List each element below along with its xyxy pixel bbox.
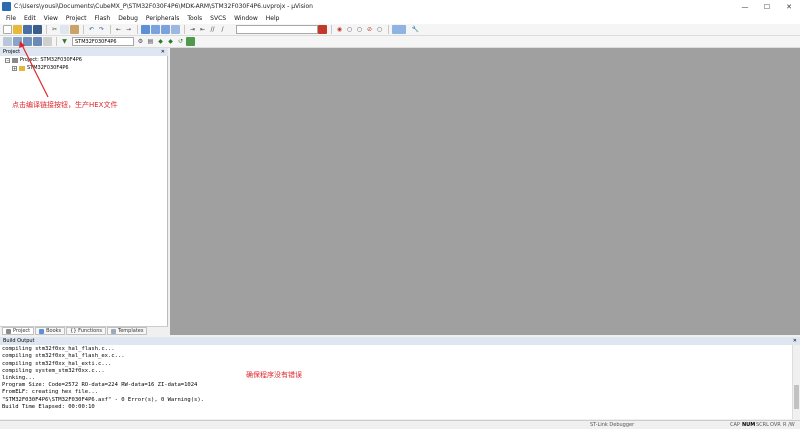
build-output-scrollbar[interactable] bbox=[792, 345, 800, 419]
build-output-close-icon[interactable]: ✕ bbox=[793, 338, 797, 344]
status-ovr: OVR bbox=[770, 422, 781, 428]
build-output-header: Build Output ✕ bbox=[0, 337, 800, 345]
build-output-line: compiling stm32f0xx_hal_flash_ex.c... bbox=[2, 353, 125, 359]
status-bar: ST-Link Debugger CAP NUM SCRL OVR R /W bbox=[0, 420, 800, 429]
build-output-line: compiling stm32f0xx_hal_exti.c... bbox=[2, 361, 112, 367]
books-icon bbox=[39, 328, 45, 334]
build-output-title: Build Output bbox=[3, 338, 35, 344]
project-tab-icon bbox=[6, 328, 11, 334]
build-output-line: compiling stm32f0xx_hal_flash.c... bbox=[2, 346, 115, 352]
status-num: NUM bbox=[742, 422, 756, 428]
status-debugger: ST-Link Debugger bbox=[590, 422, 635, 428]
build-output-panel[interactable]: compiling stm32f0xx_hal_flash.c... compi… bbox=[0, 345, 800, 419]
annotation-build-note: 点击编译链接按钮，生产HEX文件 bbox=[12, 101, 118, 109]
status-rw: R /W bbox=[783, 422, 795, 428]
tab-templates[interactable]: Templates bbox=[107, 327, 148, 335]
templates-icon bbox=[111, 328, 116, 334]
scrollbar-thumb[interactable] bbox=[794, 385, 799, 409]
status-scrl: SCRL bbox=[756, 422, 769, 428]
tab-label: Project bbox=[13, 328, 31, 334]
tab-project[interactable]: Project bbox=[2, 327, 35, 335]
tab-functions[interactable]: {} Functions bbox=[66, 327, 106, 335]
build-output-line: linking... bbox=[2, 375, 36, 381]
tab-label: {} Functions bbox=[70, 328, 102, 334]
editor-area[interactable] bbox=[170, 48, 800, 335]
build-output-line: "STM32F030F4P6\STM32F030F4P6.axf" - 0 Er… bbox=[2, 397, 204, 403]
build-output-line: Build Time Elapsed: 00:00:10 bbox=[2, 404, 95, 410]
tab-label: Books bbox=[46, 328, 62, 334]
annotation-no-error-note: 确保程序没有错误 bbox=[246, 371, 302, 379]
tab-books[interactable]: Books bbox=[35, 327, 66, 335]
status-cap: CAP bbox=[730, 422, 740, 428]
project-panel-tabs: Project Books {} Functions Templates bbox=[0, 326, 168, 335]
build-output-line: compiling system_stm32f0xx.c... bbox=[2, 368, 105, 374]
build-output-line: FromELF: creating hex file... bbox=[2, 389, 99, 395]
build-output-line: Program Size: Code=2572 RO-data=224 RW-d… bbox=[2, 382, 198, 388]
tab-label: Templates bbox=[118, 328, 144, 334]
